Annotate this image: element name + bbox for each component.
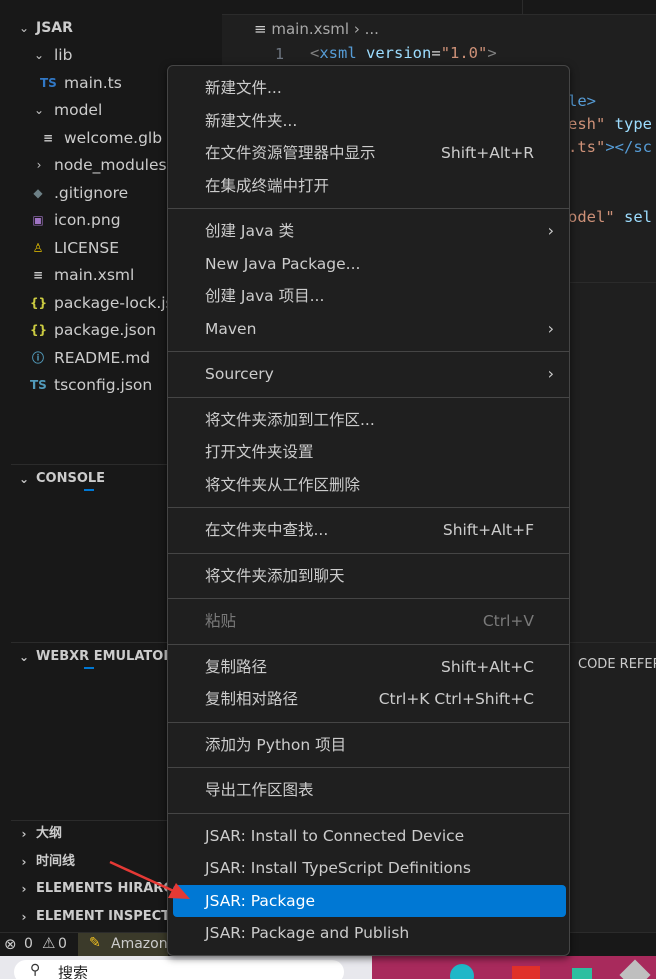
- arrow-shaft: [109, 860, 179, 895]
- annotation-arrow: [109, 860, 190, 899]
